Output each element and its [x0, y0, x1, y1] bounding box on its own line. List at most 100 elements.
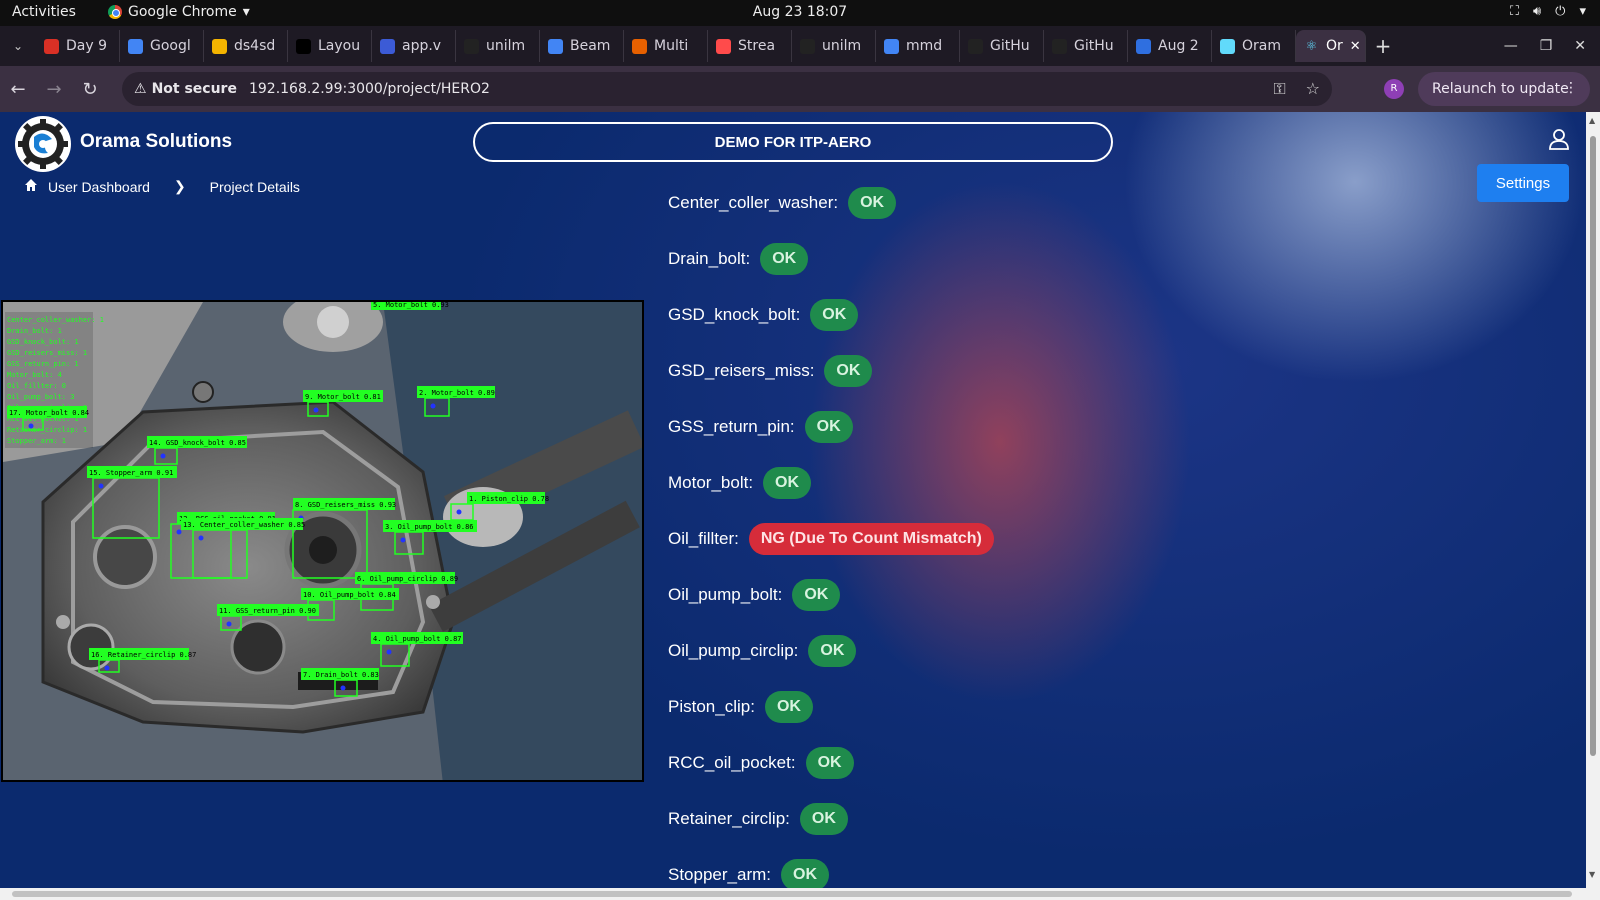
minimize-icon[interactable]: —: [1504, 38, 1518, 54]
breadcrumb-project-details: Project Details: [209, 178, 300, 195]
address-bar[interactable]: ⚠ Not secure 192.168.2.99:3000/project/H…: [122, 72, 1332, 106]
github-icon: [800, 38, 815, 54]
result-label: Oil_pump_bolt:: [668, 585, 783, 604]
close-window-icon[interactable]: ✕: [1574, 38, 1586, 54]
tab-8[interactable]: Strea: [708, 30, 792, 62]
result-label: Oil_pump_circlip:: [668, 641, 799, 660]
scrollbar-thumb[interactable]: [1590, 136, 1596, 756]
tab-label: Strea: [738, 38, 776, 54]
tab-14[interactable]: Oram: [1212, 30, 1296, 62]
orama-logo-icon[interactable]: [15, 116, 71, 172]
key-icon[interactable]: ⚿: [1273, 79, 1285, 99]
tab-label: mmd: [906, 38, 943, 54]
settings-button[interactable]: Settings: [1477, 164, 1569, 202]
google-icon: [128, 38, 143, 54]
detection-label: 3. Oil_pump_bolt 0.86: [385, 523, 474, 531]
page-content: Orama Solutions DEMO FOR ITP-AERO Settin…: [0, 112, 1586, 888]
detection-center-dot: [198, 535, 204, 541]
security-indicator[interactable]: ⚠ Not secure: [134, 81, 237, 97]
streamlit-icon: [716, 38, 731, 54]
tab-2[interactable]: ds4sd: [204, 30, 288, 62]
detection-center-dot: [98, 483, 104, 489]
project-banner: DEMO FOR ITP-AERO: [473, 122, 1113, 162]
result-label: Stopper_arm:: [668, 865, 771, 884]
scroll-down-icon[interactable]: ▼: [1589, 870, 1595, 879]
detection-center-dot: [28, 423, 34, 429]
gmail-icon: [44, 38, 59, 54]
result-label: GSD_knock_bolt:: [668, 305, 801, 324]
detection-label: 4. Oil_pump_bolt 0.87: [373, 635, 462, 643]
tab-5[interactable]: unilm: [456, 30, 540, 62]
tab-label: unilm: [822, 38, 862, 54]
close-tab-icon[interactable]: ✕: [1350, 39, 1361, 54]
detection-label: 10. Oil_pump_bolt 0.84: [303, 591, 396, 599]
system-tray[interactable]: ⛶ 🔊︎ ⏻ ▾: [1510, 4, 1586, 19]
detection-center-dot: [456, 509, 462, 515]
tab-13[interactable]: Aug 2: [1128, 30, 1212, 62]
result-row: Motor_bolt: OK: [668, 466, 812, 500]
detection-summary-line: Drain_bolt: 1: [7, 327, 62, 335]
restore-icon[interactable]: ❐: [1540, 38, 1553, 54]
power-icon: ⏻: [1555, 4, 1566, 19]
vertical-scrollbar[interactable]: ▲ ▼: [1586, 112, 1600, 888]
reload-button[interactable]: ↻: [72, 79, 108, 100]
tab-4[interactable]: app.v: [372, 30, 456, 62]
tab-9[interactable]: unilm: [792, 30, 876, 62]
clock[interactable]: Aug 23 18:07: [0, 4, 1600, 20]
detection-label: 6. Oil_pump_circlip 0.89: [357, 575, 458, 583]
chevron-right-icon: ❯: [173, 178, 186, 194]
scroll-up-icon[interactable]: ▲: [1589, 116, 1595, 125]
detection-label: 15. Stopper_arm 0.91: [89, 469, 173, 477]
url-text[interactable]: 192.168.2.99:3000/project/HERO2: [249, 81, 490, 97]
detection-center-dot: [104, 665, 110, 671]
status-badge: OK: [824, 355, 873, 387]
hscroll-thumb[interactable]: [12, 891, 1572, 897]
tab-10[interactable]: mmd: [876, 30, 960, 62]
result-row: Stopper_arm: OK: [668, 858, 829, 888]
result-label: Retainer_circlip:: [668, 809, 790, 828]
back-button[interactable]: ←: [0, 79, 36, 100]
tab-6[interactable]: Beam: [540, 30, 624, 62]
status-badge: OK: [848, 187, 897, 219]
detection-label: 9. Motor_bolt 0.81: [305, 393, 381, 401]
detection-center-dot: [386, 649, 392, 655]
status-badge: OK: [805, 747, 854, 779]
tab-12[interactable]: GitHu: [1044, 30, 1128, 62]
firefox-icon: [632, 38, 647, 54]
tab-3[interactable]: Layou: [288, 30, 372, 62]
profile-avatar[interactable]: R: [1384, 79, 1404, 99]
user-icon[interactable]: [1548, 128, 1570, 154]
system-top-bar: Activities Google Chrome ▾ Aug 23 18:07 …: [0, 0, 1600, 26]
sparkle-icon: [1136, 38, 1151, 54]
detection-label: 5. Motor_bolt 0.93: [373, 302, 449, 309]
star-icon[interactable]: ☆: [1306, 79, 1320, 99]
tab-11[interactable]: GitHu: [960, 30, 1044, 62]
tab-label: app.v: [402, 38, 442, 54]
home-icon[interactable]: [24, 178, 38, 195]
forward-button[interactable]: →: [36, 79, 72, 100]
tab-7[interactable]: Multi: [624, 30, 708, 62]
tab-1[interactable]: Googl: [120, 30, 204, 62]
github-icon: [464, 38, 479, 54]
tab-active[interactable]: ⚛ Or ✕: [1296, 30, 1366, 62]
result-label: GSD_reisers_miss:: [668, 361, 815, 380]
tab-search-button[interactable]: ⌄: [0, 39, 36, 53]
breadcrumb-user-dashboard[interactable]: User Dashboard: [48, 179, 150, 195]
new-tab-button[interactable]: +: [1366, 34, 1400, 58]
detection-center-dot: [430, 403, 436, 409]
detection-summary-line: GSD_reisers_miss: 1: [7, 349, 87, 357]
result-label: Drain_bolt:: [668, 249, 751, 268]
relaunch-label: Relaunch to update: [1432, 81, 1569, 97]
relaunch-button[interactable]: Relaunch to update ⋮: [1418, 72, 1590, 106]
result-row: Oil_pump_bolt: OK: [668, 578, 841, 612]
detection-label: 17. Motor_bolt 0.84: [9, 409, 89, 417]
horizontal-scrollbar[interactable]: [0, 888, 1600, 900]
tab-label: Oram: [1242, 38, 1281, 54]
result-row: Retainer_circlip: OK: [668, 802, 848, 836]
tab-strip: ⌄ Day 9 Googl ds4sd Layou app.v unilm Beam Mult…: [0, 26, 1600, 66]
status-badge: OK: [764, 691, 813, 723]
tab-label: Beam: [570, 38, 611, 54]
tab-0[interactable]: Day 9: [36, 30, 120, 62]
result-row: Piston_clip: OK: [668, 690, 813, 724]
detection-label: 2. Motor_bolt 0.89: [419, 389, 495, 397]
